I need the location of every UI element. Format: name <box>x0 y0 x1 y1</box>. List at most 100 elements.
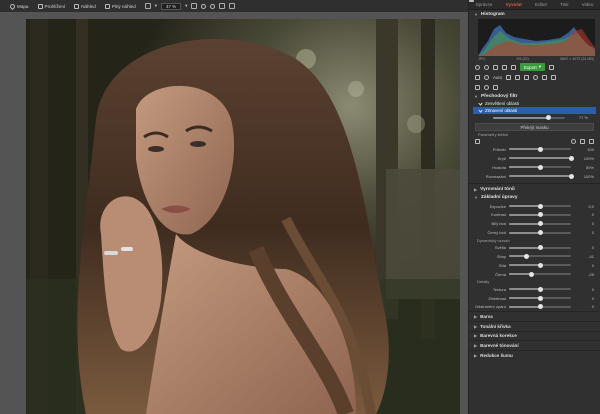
slider-track[interactable] <box>509 155 574 161</box>
zoom-level-field[interactable]: 47 % <box>161 2 182 10</box>
export-button[interactable]: Export ▾ <box>520 63 545 71</box>
toolbar-preview-button[interactable]: Náhled <box>74 3 96 9</box>
collapsed-section[interactable]: ▶ Tonální křivka <box>469 320 600 331</box>
toolbar-map-button[interactable]: Mapa <box>8 2 29 10</box>
tab-manager[interactable]: Správce <box>476 2 493 7</box>
slider-track[interactable] <box>509 245 571 251</box>
slider-track[interactable] <box>509 230 571 236</box>
light-slider[interactable]: Bílý bod 0 <box>469 219 600 228</box>
brush-slider[interactable]: Hustota 50% <box>469 163 600 172</box>
zoom-in-icon[interactable] <box>201 3 207 9</box>
slider-thumb[interactable] <box>568 155 574 161</box>
tab-develop[interactable]: Vyvolat <box>506 2 522 7</box>
collapsed-section[interactable]: ▶ Barevné tónování <box>469 340 600 350</box>
slider-track[interactable] <box>509 295 571 301</box>
lens-icon[interactable] <box>515 74 521 80</box>
copy-settings-icon[interactable] <box>511 64 516 70</box>
tab-print[interactable]: Tisk <box>560 2 568 7</box>
gradient-icon[interactable] <box>542 74 548 80</box>
dynamic-slider[interactable]: Světla 0 <box>469 243 600 252</box>
light-slider[interactable]: Kontrast 0 <box>469 210 600 219</box>
compare-icon[interactable] <box>493 64 498 70</box>
histogram-header[interactable]: ▼ Histogram <box>469 10 600 18</box>
toolbar-browse-button[interactable]: Prohlížení <box>37 3 65 9</box>
slider-thumb[interactable] <box>524 253 530 259</box>
brush-slider[interactable]: Průměr 100 <box>469 145 600 154</box>
crop-icon[interactable] <box>475 74 480 80</box>
text-icon[interactable] <box>493 84 498 90</box>
link-icon[interactable] <box>580 138 585 144</box>
slider-thumb[interactable] <box>537 212 543 218</box>
slider-thumb[interactable] <box>537 245 543 251</box>
slider-thumb[interactable] <box>537 295 543 301</box>
slider-track[interactable] <box>509 304 571 310</box>
slider-thumb[interactable] <box>537 203 543 209</box>
fit-icon[interactable] <box>144 3 151 9</box>
opacity-track[interactable] <box>493 115 565 120</box>
slider-track[interactable] <box>509 262 571 268</box>
light-slider[interactable]: Černý bod 0 <box>469 228 600 237</box>
photo-canvas[interactable] <box>26 19 460 414</box>
detail-slider[interactable]: Zřetelnost 0 <box>469 294 600 303</box>
dynamic-slider[interactable]: Stíny -41 <box>469 252 600 261</box>
reset-icon[interactable] <box>502 64 507 70</box>
collapsed-section[interactable]: ▶ Redukce šumu <box>469 349 600 360</box>
radial-icon[interactable] <box>533 74 539 80</box>
undo-icon[interactable] <box>475 64 480 70</box>
slider-thumb[interactable] <box>537 164 543 170</box>
tone-slider[interactable]: Černá -25 <box>469 270 600 279</box>
brush-slider[interactable]: Krytí 100% <box>469 154 600 163</box>
opacity-thumb[interactable] <box>545 115 551 120</box>
layer-item-darken[interactable]: Ztmavení oblasti <box>473 107 596 114</box>
slider-thumb[interactable] <box>537 304 543 310</box>
slider-thumb[interactable] <box>537 230 543 236</box>
straighten-icon[interactable] <box>524 74 530 80</box>
brush-slider[interactable]: Rozmazání 100% <box>469 172 600 181</box>
slider-track[interactable] <box>509 212 571 218</box>
eyedropper-icon[interactable] <box>551 74 557 80</box>
slider-track[interactable] <box>509 221 571 227</box>
detail-slider[interactable]: Textura 0 <box>469 285 600 294</box>
rotate-right-icon[interactable] <box>229 3 236 9</box>
slider-track[interactable] <box>509 271 571 277</box>
toolbar-fullpreview-button[interactable]: Plný náhled <box>104 3 136 9</box>
brush-icon[interactable] <box>469 0 474 2</box>
zoom-dropdown-icon[interactable]: ▾ <box>185 3 187 9</box>
eraser-icon[interactable] <box>475 138 480 144</box>
overlay-mask-button[interactable]: Překrýt masku <box>475 123 594 131</box>
slider-thumb[interactable] <box>537 221 543 227</box>
share-icon[interactable] <box>548 64 554 70</box>
slider-thumb[interactable] <box>537 146 543 152</box>
slider-track[interactable] <box>509 203 571 209</box>
gradient-filter-header[interactable]: ▼ Přechodový filtr <box>469 92 600 100</box>
light-slider[interactable]: Expozice 0,0 <box>469 202 600 211</box>
pen-icon[interactable] <box>475 84 480 90</box>
tab-editor[interactable]: Editor <box>535 2 547 7</box>
rotate-left-icon[interactable] <box>219 3 226 9</box>
zoom-out-icon[interactable] <box>210 3 216 9</box>
detail-slider[interactable]: Odstranění oparu 0 <box>469 302 600 311</box>
slider-track[interactable] <box>509 164 571 170</box>
layer-opacity-slider[interactable]: 77 % <box>469 114 600 121</box>
auto-icon[interactable] <box>484 74 489 80</box>
basic-section-header[interactable]: ▼ Základní úpravy <box>469 194 600 202</box>
tone-slider[interactable]: Bílá 0 <box>469 261 600 270</box>
slider-track[interactable] <box>509 286 571 292</box>
reset-brush-icon[interactable] <box>589 138 594 144</box>
slider-track[interactable] <box>509 146 571 152</box>
auto-label[interactable]: Auto <box>493 75 502 80</box>
layer-item-brighten[interactable]: Zesvětlení oblasti <box>473 100 596 107</box>
zoom-dropdown-arrow[interactable]: ▾ <box>155 3 157 9</box>
zoom-100-icon[interactable] <box>191 3 198 9</box>
slider-track[interactable] <box>509 173 574 179</box>
slider-thumb[interactable] <box>529 271 535 277</box>
slider-thumb[interactable] <box>537 286 543 292</box>
tone-section-header[interactable]: ▶ Vyrovnání tónů <box>469 186 600 194</box>
redo-icon[interactable] <box>484 64 489 70</box>
collapsed-section[interactable]: ▶ Barva <box>469 311 600 321</box>
tab-video[interactable]: Video <box>582 2 594 7</box>
fill-icon[interactable] <box>571 138 576 144</box>
camera-icon[interactable] <box>506 74 512 80</box>
slider-thumb[interactable] <box>568 173 574 179</box>
collapsed-section[interactable]: ▶ Barevná korekce <box>469 330 600 341</box>
